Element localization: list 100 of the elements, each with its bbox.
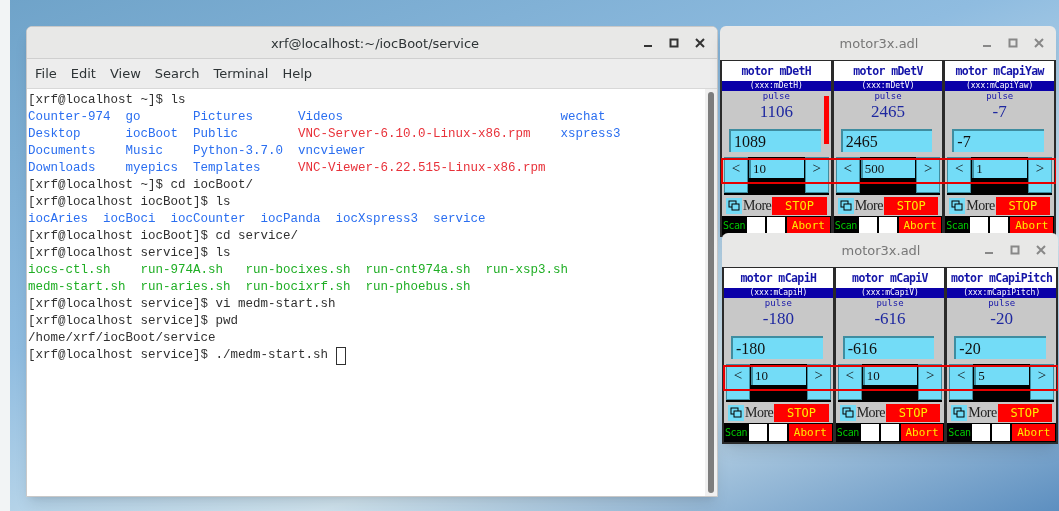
scan-field[interactable] — [769, 424, 788, 441]
window-title: xrf@localhost:~/iocBoot/service — [269, 35, 480, 51]
command-text: pwd — [215, 313, 239, 330]
file-name: service — [433, 212, 486, 226]
file-name: Public — [193, 127, 239, 141]
tweak-field[interactable]: 10 — [751, 365, 806, 385]
unit-label: pulse — [988, 298, 1016, 308]
file-name: run-974A.sh — [140, 263, 224, 277]
scan-field[interactable] — [860, 424, 879, 441]
windows-icon[interactable] — [949, 198, 966, 214]
file-name: xspress3 — [560, 127, 621, 141]
motor-title: motor mCapiH — [724, 268, 833, 288]
windows-icon[interactable] — [726, 198, 742, 214]
readback-value: -20 — [990, 308, 1013, 330]
file-name: iocBoci — [103, 212, 156, 226]
file-name: run-aries.sh — [140, 280, 231, 294]
scan-label: Scan — [946, 219, 969, 233]
file-name: run-phoebus.sh — [365, 280, 471, 294]
menu-item[interactable]: Help — [282, 63, 313, 84]
drive-field[interactable]: -616 — [842, 335, 935, 359]
more-label[interactable]: More — [856, 404, 885, 422]
prompt: [xrf@localhost service]$ — [28, 313, 209, 330]
output-text: /home/xrf/iocBoot/service — [28, 331, 216, 345]
readback-value: -7 — [992, 101, 1007, 123]
readback-value: 1106 — [759, 101, 793, 123]
drive-field[interactable]: -20 — [954, 335, 1046, 359]
menu-item[interactable]: File — [35, 63, 57, 84]
unit-label: pulse — [874, 91, 902, 101]
readback-value: 2465 — [871, 101, 905, 123]
file-name: iocBoot — [125, 127, 179, 141]
pv-name: (xxx:mDetH) — [722, 81, 831, 91]
file-name: iocAries — [28, 212, 88, 226]
tweak-field[interactable]: 10 — [749, 158, 804, 178]
command-text: cd iocBoot/ — [170, 177, 254, 194]
prompt: [xrf@localhost service]$ — [28, 296, 209, 313]
windows-icon[interactable] — [951, 405, 968, 421]
motor-title: motor mCapiYaw — [945, 61, 1054, 81]
prompt: [xrf@localhost service]$ — [28, 347, 209, 364]
tweak-field[interactable]: 1 — [972, 158, 1027, 178]
scan-label: Scan — [723, 219, 746, 233]
drive-field[interactable]: -180 — [731, 335, 823, 359]
file-name: iocs-ctl.sh — [28, 263, 111, 277]
more-label[interactable]: More — [854, 197, 883, 215]
windows-icon[interactable] — [728, 405, 744, 421]
pv-name: (xxx:mCapiV) — [835, 288, 945, 298]
tweak-field[interactable]: 10 — [862, 365, 918, 385]
scan-field[interactable] — [972, 424, 991, 441]
file-name: iocXspress3 — [335, 212, 419, 226]
file-name: Documents — [28, 144, 96, 158]
file-name: iocCounter — [170, 212, 246, 226]
file-name: VNC-Viewer-6.22.515-Linux-x86.rpm — [298, 161, 546, 175]
scan-field[interactable] — [880, 424, 899, 441]
menu-item[interactable]: Terminal — [213, 63, 269, 84]
unit-label: pulse — [764, 298, 792, 308]
menu-item[interactable]: Edit — [70, 63, 96, 84]
pv-name: (xxx:mCapiYaw) — [945, 81, 1054, 91]
more-label[interactable]: More — [966, 197, 995, 215]
file-name: vncviewer — [298, 144, 366, 158]
pv-name: (xxx:mCapiH) — [724, 288, 833, 298]
windows-icon[interactable] — [837, 198, 854, 214]
drive-field[interactable]: 2465 — [840, 128, 933, 152]
scan-label: Scan — [834, 219, 857, 233]
menu-item[interactable]: View — [109, 63, 141, 84]
more-label[interactable]: More — [743, 197, 772, 215]
windows-icon[interactable] — [839, 405, 856, 421]
pv-name: (xxx:mDetV) — [833, 81, 943, 91]
command-text: vi medm-start.sh — [215, 296, 336, 313]
file-name: VNC-Server-6.10.0-Linux-x86.rpm — [298, 127, 531, 141]
prompt: [xrf@localhost service]$ — [28, 245, 209, 262]
command-text: cd service/ — [215, 228, 299, 245]
file-name: Videos — [298, 110, 344, 124]
drive-field[interactable]: 1089 — [729, 128, 821, 152]
scan-field[interactable] — [992, 424, 1011, 441]
file-name: Music — [125, 144, 164, 158]
motor-title: motor mDetV — [833, 61, 943, 81]
file-name: Python-3.7.0 — [193, 144, 284, 158]
close-icon[interactable] — [695, 37, 705, 48]
prompt: [xrf@localhost iocBoot]$ — [28, 228, 209, 245]
tweak-field[interactable]: 500 — [860, 158, 916, 178]
readback-value: -180 — [762, 308, 794, 330]
unit-label: pulse — [762, 91, 790, 101]
motor-title: motor mDetH — [722, 61, 831, 81]
drive-field[interactable]: -7 — [952, 128, 1044, 152]
maximize-icon[interactable] — [669, 37, 679, 48]
more-label[interactable]: More — [968, 404, 997, 422]
more-label[interactable]: More — [745, 404, 774, 422]
file-name: run-xsp3.sh — [485, 263, 569, 277]
command-text: ls — [215, 245, 231, 262]
menu-item[interactable]: Search — [154, 63, 200, 84]
file-name: wechat — [560, 110, 606, 124]
scan-label: Scan — [725, 426, 748, 440]
file-name: Counter-974 — [28, 110, 111, 124]
motor-title: motor mCapiPitch — [947, 268, 1056, 288]
window-title: motor3x.adl — [838, 36, 919, 51]
scan-label: Scan — [948, 426, 971, 440]
file-name: Desktop — [28, 127, 81, 141]
motor-title: motor mCapiV — [835, 268, 945, 288]
tweak-field[interactable]: 5 — [974, 365, 1029, 385]
scan-field[interactable] — [749, 424, 768, 441]
file-name: run-cnt974a.sh — [365, 263, 471, 277]
